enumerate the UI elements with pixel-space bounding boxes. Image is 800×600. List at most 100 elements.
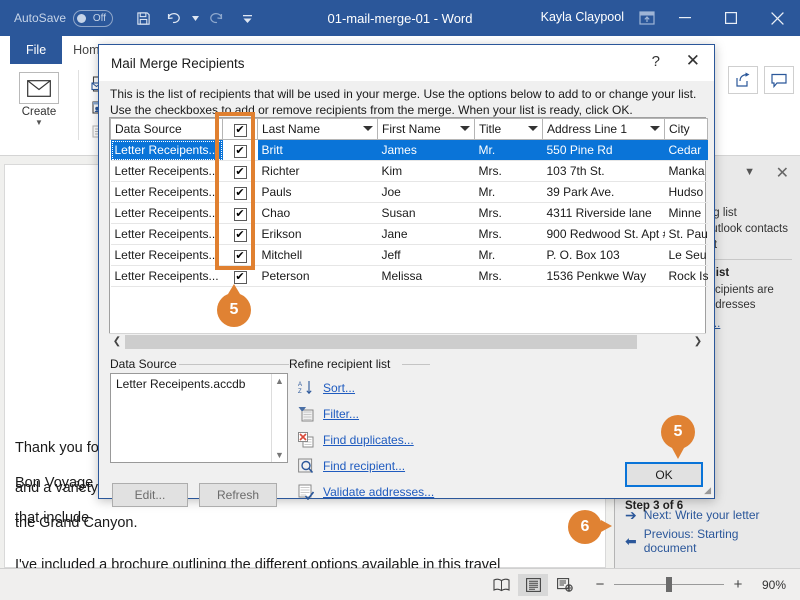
column-header-last-name[interactable]: Last Name bbox=[257, 118, 378, 140]
help-icon[interactable]: ? bbox=[652, 53, 660, 70]
customize-quick-access-toolbar-icon[interactable] bbox=[233, 5, 261, 31]
cell-address: 103 7th St. bbox=[542, 160, 665, 182]
refresh-button[interactable]: Refresh bbox=[199, 483, 277, 507]
chevron-down-icon[interactable]: ▼ bbox=[744, 166, 755, 178]
cell-last-name: Peterson bbox=[257, 265, 378, 287]
row-checkbox[interactable]: ✔ bbox=[233, 165, 247, 179]
ok-button[interactable]: OK bbox=[625, 462, 703, 487]
zoom-out-button[interactable]: − bbox=[594, 576, 606, 593]
share-icon[interactable] bbox=[728, 66, 758, 94]
cell-checkbox[interactable]: ✔ bbox=[222, 181, 258, 203]
minimize-icon[interactable] bbox=[662, 0, 708, 36]
autosave-switch[interactable]: Off bbox=[73, 9, 114, 27]
cell-checkbox[interactable]: ✔ bbox=[222, 202, 258, 224]
column-header-first-name[interactable]: First Name bbox=[377, 118, 475, 140]
cell-checkbox[interactable]: ✔ bbox=[222, 139, 258, 161]
data-source-group-label: Data Source bbox=[110, 357, 182, 371]
cell-city: Hudso bbox=[664, 181, 708, 203]
web-layout-icon[interactable] bbox=[550, 574, 580, 596]
zoom-slider[interactable] bbox=[614, 577, 724, 592]
chevron-down-icon[interactable] bbox=[650, 126, 660, 131]
dialog-description: This is the list of recipients that will… bbox=[110, 86, 704, 118]
maximize-icon[interactable] bbox=[708, 0, 754, 36]
cell-first-name: James bbox=[377, 139, 475, 161]
chevron-right-icon[interactable]: ❯ bbox=[690, 336, 706, 347]
callout-6-next-step: 6 bbox=[568, 510, 612, 544]
column-header-city[interactable]: City bbox=[664, 118, 708, 140]
table-row[interactable]: Letter Receipents... ✔ Mitchell Jeff Mr.… bbox=[110, 244, 708, 266]
ribbon-display-options-icon[interactable] bbox=[634, 8, 660, 28]
cell-checkbox[interactable]: ✔ bbox=[222, 160, 258, 182]
recipients-grid[interactable]: Data Source ✔ Last Name First Name Title… bbox=[109, 117, 708, 349]
column-header-title[interactable]: Title bbox=[474, 118, 543, 140]
find-recipient-link[interactable]: Find recipient... bbox=[297, 457, 434, 474]
next-step-link[interactable]: ➔ Next: Write your letter bbox=[625, 508, 794, 522]
chevron-down-icon[interactable]: ▼ bbox=[275, 450, 284, 460]
filter-link[interactable]: Filter... bbox=[297, 405, 434, 422]
chevron-down-icon[interactable]: ▼ bbox=[35, 119, 43, 127]
row-checkbox[interactable]: ✔ bbox=[233, 186, 247, 200]
save-icon[interactable] bbox=[129, 5, 157, 31]
select-all-checkbox[interactable]: ✔ bbox=[233, 123, 247, 137]
zoom-level-label[interactable]: 90% bbox=[752, 578, 786, 592]
filter-link-label: Filter... bbox=[323, 406, 360, 421]
close-icon[interactable] bbox=[754, 0, 800, 36]
row-checkbox[interactable]: ✔ bbox=[233, 270, 247, 284]
table-row[interactable]: Letter Receipents... ✔ Richter Kim Mrs. … bbox=[110, 160, 708, 182]
group-divider bbox=[402, 364, 430, 365]
sort-link[interactable]: AZ Sort... bbox=[297, 379, 434, 396]
cell-checkbox[interactable]: ✔ bbox=[222, 244, 258, 266]
cell-data-source: Letter Receipents... bbox=[110, 265, 223, 287]
column-header-select-all[interactable]: ✔ bbox=[222, 118, 258, 140]
row-checkbox[interactable]: ✔ bbox=[233, 144, 247, 158]
chevron-up-icon[interactable]: ▲ bbox=[275, 376, 284, 386]
refine-group-label: Refine recipient list bbox=[289, 357, 396, 371]
cell-first-name: Kim bbox=[377, 160, 475, 182]
previous-step-link[interactable]: ⬅ Previous: Starting document bbox=[625, 527, 794, 555]
column-header-data-source[interactable]: Data Source bbox=[110, 118, 223, 140]
row-checkbox[interactable]: ✔ bbox=[233, 207, 247, 221]
table-row[interactable]: Letter Receipents... ✔ Erikson Jane Mrs.… bbox=[110, 223, 708, 245]
scrollbar-thumb[interactable] bbox=[125, 334, 637, 349]
close-icon[interactable]: ✕ bbox=[776, 163, 789, 183]
print-layout-icon[interactable] bbox=[518, 573, 548, 596]
read-mode-icon[interactable] bbox=[486, 574, 516, 596]
create-button[interactable]: Create ▼ bbox=[8, 68, 70, 127]
validate-addresses-link[interactable]: Validate addresses... bbox=[297, 483, 434, 500]
table-row[interactable]: Letter Receipents... ✔ Peterson Melissa … bbox=[110, 265, 708, 287]
column-header-address-line-1[interactable]: Address Line 1 bbox=[542, 118, 665, 140]
filter-icon bbox=[297, 405, 314, 422]
table-row[interactable]: Letter Receipents... ✔ Pauls Joe Mr. 39 … bbox=[110, 181, 708, 203]
comment-icon[interactable] bbox=[764, 66, 794, 94]
table-row[interactable]: Letter Receipents... ✔ Britt James Mr. 5… bbox=[110, 139, 708, 161]
document-line-5: the Grand Canyon. bbox=[15, 515, 138, 531]
close-icon[interactable]: ✕ bbox=[686, 51, 700, 71]
undo-icon[interactable] bbox=[159, 5, 187, 31]
table-body: Letter Receipents... ✔ Britt James Mr. 5… bbox=[110, 139, 708, 287]
data-source-scrollbar[interactable]: ▲ ▼ bbox=[271, 374, 287, 462]
tab-file[interactable]: File bbox=[10, 36, 63, 64]
data-source-list[interactable]: Letter Receipents.accdb ▲ ▼ bbox=[110, 373, 288, 463]
zoom-slider-thumb[interactable] bbox=[666, 577, 672, 592]
cell-checkbox[interactable]: ✔ bbox=[222, 223, 258, 245]
autosave-toggle[interactable]: AutoSave Off bbox=[14, 9, 114, 27]
chevron-down-icon[interactable] bbox=[363, 126, 373, 131]
chevron-left-icon[interactable]: ❮ bbox=[109, 336, 125, 347]
account-name[interactable]: Kayla Claypool bbox=[541, 10, 624, 24]
zoom-in-button[interactable]: + bbox=[732, 576, 744, 593]
chevron-down-icon[interactable] bbox=[528, 126, 538, 131]
row-checkbox[interactable]: ✔ bbox=[233, 228, 247, 242]
chevron-down-icon[interactable] bbox=[460, 126, 470, 131]
row-checkbox[interactable]: ✔ bbox=[233, 249, 247, 263]
callout-number: 5 bbox=[229, 301, 239, 318]
grid-horizontal-scrollbar[interactable]: ❮ ❯ bbox=[109, 333, 706, 349]
undo-dropdown-icon[interactable] bbox=[189, 5, 201, 31]
resize-grip-icon[interactable]: ◢ bbox=[704, 485, 711, 496]
data-source-item[interactable]: Letter Receipents.accdb bbox=[111, 374, 287, 394]
edit-button[interactable]: Edit... bbox=[112, 483, 188, 507]
scrollbar-track[interactable] bbox=[125, 334, 690, 349]
redo-icon[interactable] bbox=[203, 5, 231, 31]
find-duplicates-link[interactable]: Find duplicates... bbox=[297, 431, 434, 448]
table-row[interactable]: Letter Receipents... ✔ Chao Susan Mrs. 4… bbox=[110, 202, 708, 224]
dialog-description-line-1: This is the list of recipients that will… bbox=[110, 87, 697, 101]
